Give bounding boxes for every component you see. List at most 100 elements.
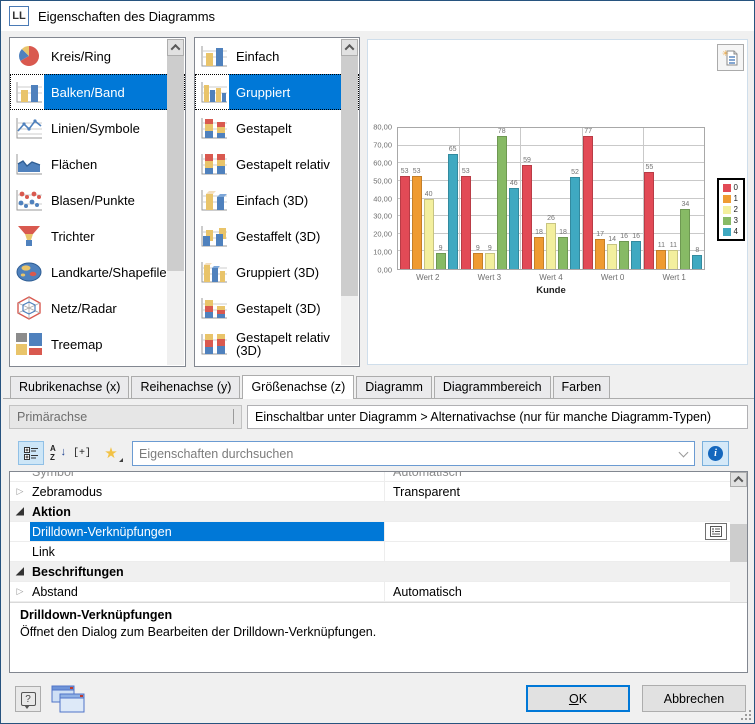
- bar-value-label: 52: [571, 169, 579, 177]
- chevron-down-icon[interactable]: [672, 442, 694, 465]
- list-item-balken-band[interactable]: Balken/Band: [10, 74, 185, 110]
- property-name: Link: [30, 542, 385, 561]
- collapse-icon[interactable]: ◢: [10, 566, 30, 577]
- search-input[interactable]: [133, 447, 672, 461]
- y-tick-label: 50,00: [373, 176, 392, 185]
- expand-all-button[interactable]: [+]: [71, 441, 93, 465]
- list-item-gestapelt[interactable]: Gestapelt: [195, 110, 359, 146]
- bar: [631, 241, 641, 269]
- bar: [497, 136, 507, 269]
- tab-groessenachse-z[interactable]: Größenachse (z): [242, 375, 354, 399]
- app-icon: LL: [9, 6, 29, 26]
- legend-swatch: [723, 206, 731, 214]
- help-button[interactable]: ?: [15, 686, 41, 712]
- bar-group: 5918261852: [520, 128, 581, 269]
- ok-button[interactable]: OK: [526, 685, 630, 712]
- list-item-blasen-punkte[interactable]: Blasen/Punkte: [10, 182, 185, 218]
- legend-item: 1: [723, 194, 738, 203]
- bar-value-label: 9: [476, 245, 480, 253]
- group-value: [385, 502, 730, 521]
- list-item-gestapelt-relativ-3d[interactable]: Gestapelt relativ (3D): [195, 326, 359, 362]
- tab-diagramm[interactable]: Diagramm: [356, 376, 432, 398]
- group-row-beschriftungen[interactable]: ◢ Beschriftungen: [10, 562, 730, 582]
- property-row-link[interactable]: Link: [10, 542, 730, 562]
- property-description-pane: Drilldown-Verknüpfungen Öffnet den Dialo…: [10, 603, 747, 672]
- pie-chart-icon: [14, 43, 44, 69]
- scroll-up-icon[interactable]: [167, 39, 184, 56]
- collapse-icon[interactable]: ◢: [10, 506, 30, 517]
- list-item-label: Gruppiert: [229, 74, 341, 110]
- x-category-label: Wert 0: [582, 273, 644, 282]
- chart-type-scrollbar[interactable]: [167, 39, 184, 365]
- list-item-einfach[interactable]: Einfach: [195, 38, 359, 74]
- property-row-drilldown[interactable]: Drilldown-Verknüpfungen: [10, 522, 730, 542]
- property-name: Drilldown-Verknüpfungen: [30, 522, 385, 541]
- property-grid-viewport: Symbol Automatisch ▷ Zebramodus Transpar…: [10, 472, 747, 603]
- resize-grip[interactable]: [741, 710, 751, 720]
- real-data-preview-button[interactable]: ✳: [717, 44, 744, 71]
- property-name: Abstand: [30, 582, 385, 601]
- bar: [448, 154, 458, 269]
- list-item-gestapelt-relativ[interactable]: Gestapelt relativ: [195, 146, 359, 182]
- group-row-aktion[interactable]: ◢ Aktion: [10, 502, 730, 522]
- tab-diagrammbereich[interactable]: Diagrammbereich: [434, 376, 551, 398]
- list-item-kreis-ring[interactable]: Kreis/Ring: [10, 38, 185, 74]
- y-tick-label: 0,00: [377, 266, 392, 275]
- scroll-up-icon[interactable]: [341, 39, 358, 56]
- list-item-label: Gestapelt: [229, 110, 341, 146]
- bar-value-label: 77: [584, 128, 592, 136]
- bar: [558, 237, 568, 269]
- scrollbar-thumb[interactable]: [730, 524, 747, 562]
- property-row-zebramodus[interactable]: ▷ Zebramodus Transparent: [10, 482, 730, 502]
- list-item-label: Landkarte/Shapefile: [44, 254, 171, 290]
- categorized-view-button[interactable]: [18, 441, 44, 465]
- cancel-button[interactable]: Abbrechen: [642, 685, 746, 712]
- tab-farben[interactable]: Farben: [553, 376, 611, 398]
- categorized-icon: [24, 446, 39, 461]
- bar: [412, 176, 422, 269]
- sort-alphabetical-button[interactable]: AZ↓: [47, 441, 69, 465]
- apply-to-windows-icon[interactable]: [48, 684, 86, 716]
- list-item-gruppiert-3d[interactable]: Gruppiert (3D): [195, 254, 359, 290]
- list-item-flaechen[interactable]: Flächen: [10, 146, 185, 182]
- list-item-gestaffelt-3d[interactable]: Gestaffelt (3D): [195, 218, 359, 254]
- chart-subtype-scrollbar[interactable]: [341, 39, 358, 365]
- bar-value-label: 18: [535, 229, 543, 237]
- group-value: [385, 562, 730, 581]
- list-item-gruppiert[interactable]: Gruppiert: [195, 74, 359, 110]
- info-button[interactable]: i: [702, 441, 729, 466]
- bar-value-label: 78: [498, 128, 506, 136]
- tab-reihenachse-y[interactable]: Reihenachse (y): [131, 376, 240, 398]
- chart-preview-pane: ✳ 0,0010,0020,0030,0040,0050,0060,0070,0…: [367, 39, 748, 365]
- bar-value-label: 53: [413, 168, 421, 176]
- list-item-einfach-3d[interactable]: Einfach (3D): [195, 182, 359, 218]
- list-item-trichter[interactable]: Trichter: [10, 218, 185, 254]
- scrollbar-thumb[interactable]: [341, 56, 358, 296]
- list-item-landkarte[interactable]: Landkarte/Shapefile: [10, 254, 185, 290]
- list-item-gestapelt-3d[interactable]: Gestapelt (3D): [195, 290, 359, 326]
- property-row-abstand[interactable]: ▷ Abstand Automatisch: [10, 582, 730, 602]
- map-globe-icon: [14, 259, 44, 285]
- scrollbar-thumb[interactable]: [167, 56, 184, 271]
- scroll-up-icon[interactable]: [730, 472, 747, 487]
- tab-rubrikenachse-x[interactable]: Rubrikenachse (x): [10, 376, 129, 398]
- bar-value-label: 9: [488, 245, 492, 253]
- legend-swatch: [723, 184, 731, 192]
- list-item-treemap[interactable]: Treemap: [10, 326, 185, 362]
- property-row-symbol[interactable]: Symbol Automatisch: [10, 472, 730, 482]
- property-value: Automatisch: [385, 472, 730, 481]
- favorites-button[interactable]: ★: [99, 441, 123, 465]
- open-drilldown-dialog-button[interactable]: [705, 523, 727, 540]
- expand-right-icon[interactable]: ▷: [10, 486, 30, 497]
- chart-yaxis: 0,0010,0020,0030,0040,0050,0060,0070,008…: [364, 127, 395, 270]
- property-value: Automatisch: [385, 582, 730, 601]
- property-grid-scrollbar[interactable]: [730, 472, 747, 603]
- chevron-down-icon: [233, 410, 234, 424]
- list-item-label: Einfach (3D): [229, 182, 341, 218]
- x-category-label: Wert 3: [459, 273, 521, 282]
- chart-legend: 01234: [717, 178, 745, 241]
- list-item-linien-symbole[interactable]: Linien/Symbole: [10, 110, 185, 146]
- expand-right-icon[interactable]: ▷: [10, 586, 30, 597]
- list-item-netz-radar[interactable]: Netz/Radar: [10, 290, 185, 326]
- funnel-chart-icon: [14, 223, 44, 249]
